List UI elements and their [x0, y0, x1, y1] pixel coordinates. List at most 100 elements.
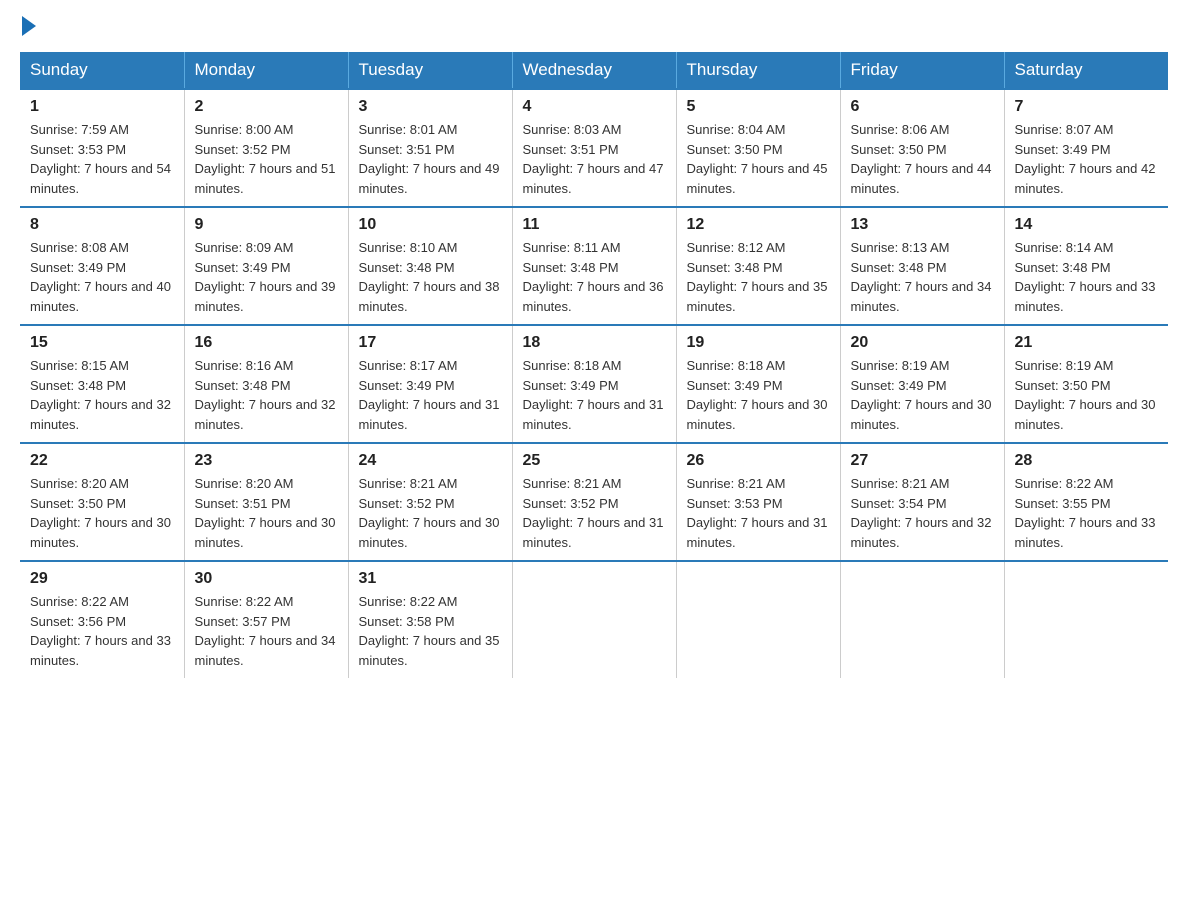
calendar-table: SundayMondayTuesdayWednesdayThursdayFrid… — [20, 52, 1168, 678]
day-info: Sunrise: 8:08 AMSunset: 3:49 PMDaylight:… — [30, 240, 171, 314]
weekday-header-wednesday: Wednesday — [512, 52, 676, 89]
day-number: 30 — [195, 570, 338, 588]
calendar-cell: 13 Sunrise: 8:13 AMSunset: 3:48 PMDaylig… — [840, 207, 1004, 325]
day-info: Sunrise: 8:10 AMSunset: 3:48 PMDaylight:… — [359, 240, 500, 314]
weekday-header-row: SundayMondayTuesdayWednesdayThursdayFrid… — [20, 52, 1168, 89]
calendar-cell: 31 Sunrise: 8:22 AMSunset: 3:58 PMDaylig… — [348, 561, 512, 678]
day-number: 3 — [359, 98, 502, 116]
day-info: Sunrise: 8:22 AMSunset: 3:55 PMDaylight:… — [1015, 476, 1156, 550]
calendar-cell: 5 Sunrise: 8:04 AMSunset: 3:50 PMDayligh… — [676, 89, 840, 207]
calendar-cell: 14 Sunrise: 8:14 AMSunset: 3:48 PMDaylig… — [1004, 207, 1168, 325]
calendar-cell: 18 Sunrise: 8:18 AMSunset: 3:49 PMDaylig… — [512, 325, 676, 443]
day-number: 17 — [359, 334, 502, 352]
day-info: Sunrise: 8:13 AMSunset: 3:48 PMDaylight:… — [851, 240, 992, 314]
day-number: 5 — [687, 98, 830, 116]
day-info: Sunrise: 8:04 AMSunset: 3:50 PMDaylight:… — [687, 122, 828, 196]
day-number: 13 — [851, 216, 994, 234]
calendar-week-row: 29 Sunrise: 8:22 AMSunset: 3:56 PMDaylig… — [20, 561, 1168, 678]
calendar-cell: 7 Sunrise: 8:07 AMSunset: 3:49 PMDayligh… — [1004, 89, 1168, 207]
day-info: Sunrise: 8:07 AMSunset: 3:49 PMDaylight:… — [1015, 122, 1156, 196]
day-number: 15 — [30, 334, 174, 352]
calendar-cell — [1004, 561, 1168, 678]
weekday-header-thursday: Thursday — [676, 52, 840, 89]
calendar-cell — [512, 561, 676, 678]
calendar-week-row: 15 Sunrise: 8:15 AMSunset: 3:48 PMDaylig… — [20, 325, 1168, 443]
day-info: Sunrise: 8:18 AMSunset: 3:49 PMDaylight:… — [687, 358, 828, 432]
calendar-week-row: 22 Sunrise: 8:20 AMSunset: 3:50 PMDaylig… — [20, 443, 1168, 561]
day-number: 29 — [30, 570, 174, 588]
calendar-cell: 3 Sunrise: 8:01 AMSunset: 3:51 PMDayligh… — [348, 89, 512, 207]
calendar-cell — [840, 561, 1004, 678]
calendar-cell: 24 Sunrise: 8:21 AMSunset: 3:52 PMDaylig… — [348, 443, 512, 561]
calendar-cell: 29 Sunrise: 8:22 AMSunset: 3:56 PMDaylig… — [20, 561, 184, 678]
day-number: 16 — [195, 334, 338, 352]
day-number: 2 — [195, 98, 338, 116]
day-number: 26 — [687, 452, 830, 470]
calendar-cell: 2 Sunrise: 8:00 AMSunset: 3:52 PMDayligh… — [184, 89, 348, 207]
calendar-cell: 27 Sunrise: 8:21 AMSunset: 3:54 PMDaylig… — [840, 443, 1004, 561]
day-number: 25 — [523, 452, 666, 470]
day-number: 23 — [195, 452, 338, 470]
calendar-cell: 11 Sunrise: 8:11 AMSunset: 3:48 PMDaylig… — [512, 207, 676, 325]
calendar-cell — [676, 561, 840, 678]
weekday-header-tuesday: Tuesday — [348, 52, 512, 89]
calendar-cell: 9 Sunrise: 8:09 AMSunset: 3:49 PMDayligh… — [184, 207, 348, 325]
calendar-cell: 19 Sunrise: 8:18 AMSunset: 3:49 PMDaylig… — [676, 325, 840, 443]
calendar-week-row: 8 Sunrise: 8:08 AMSunset: 3:49 PMDayligh… — [20, 207, 1168, 325]
day-info: Sunrise: 8:11 AMSunset: 3:48 PMDaylight:… — [523, 240, 664, 314]
day-info: Sunrise: 8:18 AMSunset: 3:49 PMDaylight:… — [523, 358, 664, 432]
day-info: Sunrise: 8:12 AMSunset: 3:48 PMDaylight:… — [687, 240, 828, 314]
day-info: Sunrise: 8:21 AMSunset: 3:53 PMDaylight:… — [687, 476, 828, 550]
calendar-cell: 28 Sunrise: 8:22 AMSunset: 3:55 PMDaylig… — [1004, 443, 1168, 561]
weekday-header-sunday: Sunday — [20, 52, 184, 89]
day-info: Sunrise: 8:14 AMSunset: 3:48 PMDaylight:… — [1015, 240, 1156, 314]
day-number: 12 — [687, 216, 830, 234]
day-info: Sunrise: 8:19 AMSunset: 3:50 PMDaylight:… — [1015, 358, 1156, 432]
day-info: Sunrise: 8:03 AMSunset: 3:51 PMDaylight:… — [523, 122, 664, 196]
day-number: 19 — [687, 334, 830, 352]
day-info: Sunrise: 8:15 AMSunset: 3:48 PMDaylight:… — [30, 358, 171, 432]
day-info: Sunrise: 8:19 AMSunset: 3:49 PMDaylight:… — [851, 358, 992, 432]
day-number: 18 — [523, 334, 666, 352]
day-number: 20 — [851, 334, 994, 352]
day-number: 24 — [359, 452, 502, 470]
day-info: Sunrise: 8:22 AMSunset: 3:57 PMDaylight:… — [195, 594, 336, 668]
logo — [20, 20, 36, 36]
calendar-cell: 17 Sunrise: 8:17 AMSunset: 3:49 PMDaylig… — [348, 325, 512, 443]
day-info: Sunrise: 7:59 AMSunset: 3:53 PMDaylight:… — [30, 122, 171, 196]
page-header — [20, 20, 1168, 36]
day-number: 6 — [851, 98, 994, 116]
calendar-cell: 20 Sunrise: 8:19 AMSunset: 3:49 PMDaylig… — [840, 325, 1004, 443]
day-info: Sunrise: 8:22 AMSunset: 3:58 PMDaylight:… — [359, 594, 500, 668]
day-info: Sunrise: 8:16 AMSunset: 3:48 PMDaylight:… — [195, 358, 336, 432]
calendar-cell: 26 Sunrise: 8:21 AMSunset: 3:53 PMDaylig… — [676, 443, 840, 561]
day-number: 7 — [1015, 98, 1159, 116]
day-number: 21 — [1015, 334, 1159, 352]
day-number: 27 — [851, 452, 994, 470]
day-number: 11 — [523, 216, 666, 234]
calendar-cell: 21 Sunrise: 8:19 AMSunset: 3:50 PMDaylig… — [1004, 325, 1168, 443]
day-info: Sunrise: 8:21 AMSunset: 3:52 PMDaylight:… — [523, 476, 664, 550]
day-info: Sunrise: 8:17 AMSunset: 3:49 PMDaylight:… — [359, 358, 500, 432]
calendar-cell: 8 Sunrise: 8:08 AMSunset: 3:49 PMDayligh… — [20, 207, 184, 325]
calendar-cell: 30 Sunrise: 8:22 AMSunset: 3:57 PMDaylig… — [184, 561, 348, 678]
calendar-week-row: 1 Sunrise: 7:59 AMSunset: 3:53 PMDayligh… — [20, 89, 1168, 207]
calendar-cell: 1 Sunrise: 7:59 AMSunset: 3:53 PMDayligh… — [20, 89, 184, 207]
calendar-cell: 6 Sunrise: 8:06 AMSunset: 3:50 PMDayligh… — [840, 89, 1004, 207]
day-number: 31 — [359, 570, 502, 588]
day-info: Sunrise: 8:22 AMSunset: 3:56 PMDaylight:… — [30, 594, 171, 668]
day-number: 28 — [1015, 452, 1159, 470]
day-info: Sunrise: 8:01 AMSunset: 3:51 PMDaylight:… — [359, 122, 500, 196]
day-number: 1 — [30, 98, 174, 116]
weekday-header-monday: Monday — [184, 52, 348, 89]
day-number: 10 — [359, 216, 502, 234]
weekday-header-friday: Friday — [840, 52, 1004, 89]
day-info: Sunrise: 8:00 AMSunset: 3:52 PMDaylight:… — [195, 122, 336, 196]
day-info: Sunrise: 8:21 AMSunset: 3:54 PMDaylight:… — [851, 476, 992, 550]
calendar-cell: 23 Sunrise: 8:20 AMSunset: 3:51 PMDaylig… — [184, 443, 348, 561]
calendar-cell: 10 Sunrise: 8:10 AMSunset: 3:48 PMDaylig… — [348, 207, 512, 325]
calendar-cell: 15 Sunrise: 8:15 AMSunset: 3:48 PMDaylig… — [20, 325, 184, 443]
weekday-header-saturday: Saturday — [1004, 52, 1168, 89]
day-info: Sunrise: 8:20 AMSunset: 3:50 PMDaylight:… — [30, 476, 171, 550]
logo-arrow-icon — [22, 16, 36, 36]
